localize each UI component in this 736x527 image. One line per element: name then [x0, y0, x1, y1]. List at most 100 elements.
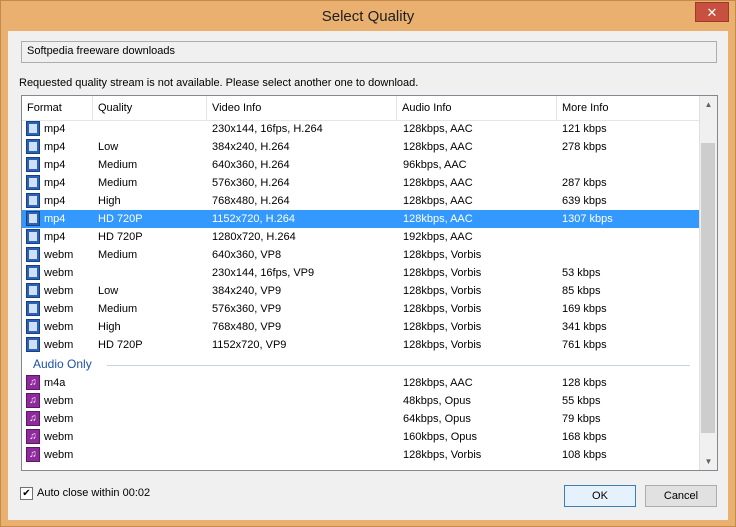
- video-file-icon: [26, 283, 40, 298]
- audio-file-icon: ♫: [26, 393, 40, 408]
- cell-quality: High: [98, 195, 121, 207]
- table-row[interactable]: ♫ webm 160kbps, Opus 168 kbps: [22, 428, 702, 446]
- window-title: Select Quality: [321, 8, 415, 25]
- column-header-video-info[interactable]: Video Info: [207, 96, 397, 120]
- scroll-down-arrow-icon[interactable]: ▼: [700, 453, 717, 470]
- cell-format: webm: [44, 285, 74, 297]
- dialog-body: Softpedia freeware downloads Requested q…: [8, 31, 728, 520]
- cell-more: 1307 kbps: [562, 213, 613, 225]
- cell-format: mp4: [44, 195, 66, 207]
- table-row[interactable]: mp4 HD 720P 1152x720, H.264 128kbps, AAC 130…: [22, 210, 702, 228]
- cell-format: mp4: [44, 231, 66, 243]
- column-header-audio-info[interactable]: Audio Info: [397, 96, 557, 120]
- video-file-icon: [26, 139, 40, 154]
- cell-quality: HD 720P: [98, 231, 143, 243]
- cell-format: webm: [44, 413, 74, 425]
- source-field[interactable]: Softpedia freeware downloads: [21, 41, 717, 63]
- cell-quality: High: [98, 321, 121, 333]
- table-row[interactable]: webm HD 720P 1152x720, VP9 128kbps, Vorbis 7…: [22, 336, 702, 354]
- column-header-format[interactable]: Format: [22, 96, 93, 120]
- cell-more: 341 kbps: [562, 321, 607, 333]
- cell-more: 55 kbps: [562, 395, 601, 407]
- column-header-quality[interactable]: Quality: [93, 96, 207, 120]
- cell-audio: 128kbps, Vorbis: [403, 339, 482, 351]
- table-row[interactable]: ♫ webm 64kbps, Opus 79 kbps: [22, 410, 702, 428]
- cell-more: 128 kbps: [562, 377, 607, 389]
- cell-quality: Low: [98, 141, 119, 153]
- cell-audio: 128kbps, Vorbis: [403, 267, 482, 279]
- cell-video: 768x480, VP9: [212, 321, 282, 333]
- table-row[interactable]: webm High 768x480, VP9 128kbps, Vorbis 341 k…: [22, 318, 702, 336]
- cell-format: m4a: [44, 377, 66, 389]
- video-file-icon: [26, 229, 40, 244]
- column-header-more-info[interactable]: More Info: [557, 96, 702, 120]
- table-row[interactable]: mp4 Medium 576x360, H.264 128kbps, AAC 287 k…: [22, 174, 702, 192]
- cell-video: 230x144, 16fps, VP9: [212, 267, 315, 279]
- group-divider: [107, 365, 690, 366]
- table-row[interactable]: mp4 Medium 640x360, H.264 96kbps, AAC: [22, 156, 702, 174]
- cell-audio: 128kbps, AAC: [403, 213, 473, 225]
- video-file-icon: [26, 193, 40, 208]
- cell-audio: 128kbps, AAC: [403, 177, 473, 189]
- cell-audio: 128kbps, Vorbis: [403, 285, 482, 297]
- cancel-button[interactable]: Cancel: [645, 485, 717, 507]
- cell-quality: Medium: [98, 159, 138, 171]
- auto-close-checkbox[interactable]: ✔: [20, 487, 33, 500]
- table-row[interactable]: mp4 HD 720P 1280x720, H.264 192kbps, AAC: [22, 228, 702, 246]
- audio-file-icon: ♫: [26, 447, 40, 462]
- cell-video: 1152x720, VP9: [212, 339, 287, 351]
- scroll-up-arrow-icon[interactable]: ▲: [700, 96, 717, 113]
- cell-video: 384x240, H.264: [212, 141, 290, 153]
- cell-video: 768x480, H.264: [212, 195, 290, 207]
- cell-format: webm: [44, 431, 74, 443]
- cell-format: mp4: [44, 177, 66, 189]
- cell-audio: 48kbps, Opus: [403, 395, 471, 407]
- cell-format: webm: [44, 267, 74, 279]
- cell-video: 640x360, VP8: [212, 249, 282, 261]
- table-row[interactable]: webm 230x144, 16fps, VP9 128kbps, Vorbis 53…: [22, 264, 702, 282]
- video-file-icon: [26, 301, 40, 316]
- scrollbar-thumb[interactable]: [701, 143, 715, 433]
- table-row[interactable]: webm Medium 640x360, VP8 128kbps, Vorbis: [22, 246, 702, 264]
- table-row[interactable]: mp4 High 768x480, H.264 128kbps, AAC 639 kbp…: [22, 192, 702, 210]
- cell-more: 168 kbps: [562, 431, 607, 443]
- cell-audio: 128kbps, AAC: [403, 377, 473, 389]
- cell-format: webm: [44, 303, 74, 315]
- video-file-icon: [26, 319, 40, 334]
- table-row[interactable]: webm Low 384x240, VP9 128kbps, Vorbis 85 kbp…: [22, 282, 702, 300]
- vertical-scrollbar[interactable]: ▲ ▼: [699, 96, 717, 470]
- cell-more: 287 kbps: [562, 177, 607, 189]
- cell-more: 53 kbps: [562, 267, 601, 279]
- cell-format: webm: [44, 321, 74, 333]
- cell-quality: Medium: [98, 177, 138, 189]
- cell-quality: HD 720P: [98, 213, 143, 225]
- cell-video: 384x240, VP9: [212, 285, 282, 297]
- table-row[interactable]: webm Medium 576x360, VP9 128kbps, Vorbis 169…: [22, 300, 702, 318]
- table-row[interactable]: ♫ webm 48kbps, Opus 55 kbps: [22, 392, 702, 410]
- ok-button[interactable]: OK: [564, 485, 636, 507]
- cell-audio: 192kbps, AAC: [403, 231, 473, 243]
- quality-list[interactable]: Format Quality Video Info Audio Info Mor…: [21, 95, 718, 471]
- close-button[interactable]: ✕: [695, 2, 729, 22]
- cell-quality: Low: [98, 285, 119, 297]
- audio-file-icon: ♫: [26, 411, 40, 426]
- cell-format: mp4: [44, 213, 66, 225]
- table-row[interactable]: ♫ webm 128kbps, Vorbis 108 kbps: [22, 446, 702, 464]
- cell-audio: 128kbps, Vorbis: [403, 449, 482, 461]
- select-quality-window: Select Quality ✕ Softpedia freeware down…: [0, 0, 736, 527]
- table-row[interactable]: ♫ m4a 128kbps, AAC 128 kbps: [22, 374, 702, 392]
- cell-more: 278 kbps: [562, 141, 607, 153]
- cell-more: 79 kbps: [562, 413, 601, 425]
- title-bar[interactable]: Select Quality ✕: [1, 1, 735, 31]
- cell-video: 576x360, VP9: [212, 303, 282, 315]
- auto-close-label: Auto close within 00:02: [37, 487, 151, 499]
- table-row[interactable]: mp4 Low 384x240, H.264 128kbps, AAC 278 kbps: [22, 138, 702, 156]
- cell-video: 576x360, H.264: [212, 177, 290, 189]
- table-row[interactable]: mp4 230x144, 16fps, H.264 128kbps, AAC 121 …: [22, 120, 702, 138]
- audio-file-icon: ♫: [26, 429, 40, 444]
- cell-video: 640x360, H.264: [212, 159, 290, 171]
- cell-audio: 96kbps, AAC: [403, 159, 467, 171]
- cell-audio: 160kbps, Opus: [403, 431, 477, 443]
- cell-quality: HD 720P: [98, 339, 143, 351]
- cell-format: webm: [44, 339, 74, 351]
